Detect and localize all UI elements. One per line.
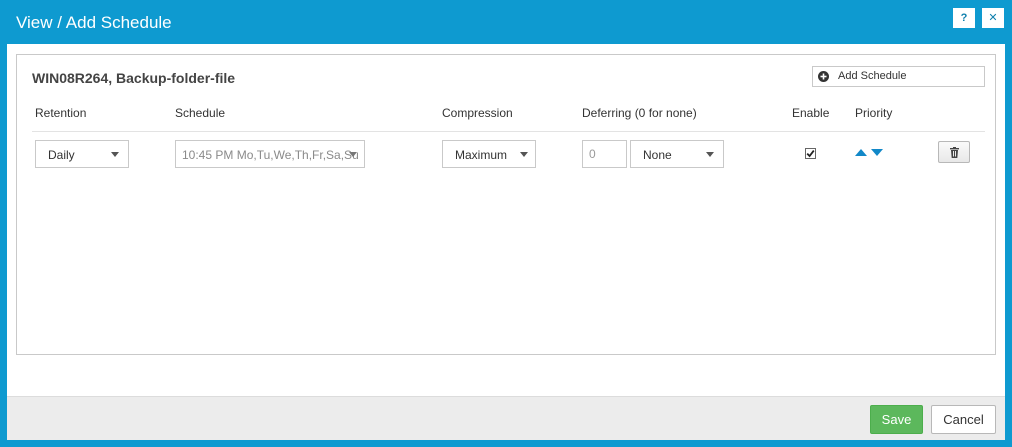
close-button[interactable]: ✕ [982,8,1004,28]
dialog-title: View / Add Schedule [16,13,172,32]
dialog-titlebar: View / Add Schedule ? ✕ [0,0,1012,44]
retention-value: Daily [48,148,75,162]
compression-value: Maximum [455,148,508,162]
plus-circle-icon [818,71,829,82]
schedule-select[interactable]: 10:45 PM Mo,Tu,We,Th,Fr,Sa,Su [175,140,365,168]
schedule-dialog: View / Add Schedule ? ✕ WIN08R264, Backu… [0,0,1012,447]
column-header-priority: Priority [855,106,893,120]
schedule-value: 10:45 PM Mo,Tu,We,Th,Fr,Sa,Su [182,148,359,162]
arrow-up-icon[interactable] [855,149,867,156]
compression-select[interactable]: Maximum [442,140,536,168]
chevron-down-icon [520,152,528,157]
help-button[interactable]: ? [953,8,975,28]
arrow-down-icon[interactable] [871,149,883,156]
retention-select[interactable]: Daily [35,140,129,168]
column-header-deferring: Deferring (0 for none) [582,106,697,120]
deferring-unit-select[interactable]: None [630,140,724,168]
add-schedule-button[interactable]: Add Schedule [812,66,985,87]
column-header-compression: Compression [442,106,513,120]
header-divider [32,131,985,132]
delete-schedule-button[interactable] [938,141,970,163]
add-schedule-label: Add Schedule [838,70,907,82]
chevron-down-icon [349,152,357,157]
save-button[interactable]: Save [870,405,923,434]
cancel-button[interactable]: Cancel [931,405,996,434]
deferring-unit-value: None [643,148,672,162]
panel-title: WIN08R264, Backup-folder-file [32,70,236,86]
column-header-schedule: Schedule [175,106,226,120]
dialog-footer: Save Cancel [7,396,1005,440]
deferring-input[interactable] [582,140,627,168]
enable-checkbox[interactable] [805,148,816,159]
checkmark-icon [806,150,815,158]
trash-icon [950,147,959,158]
column-header-retention: Retention [35,106,87,120]
dialog-body: WIN08R264, Backup-folder-file Add Schedu… [7,44,1005,396]
chevron-down-icon [111,152,119,157]
chevron-down-icon [706,152,714,157]
schedule-panel: WIN08R264, Backup-folder-file Add Schedu… [16,54,996,355]
column-header-enable: Enable [792,106,830,120]
